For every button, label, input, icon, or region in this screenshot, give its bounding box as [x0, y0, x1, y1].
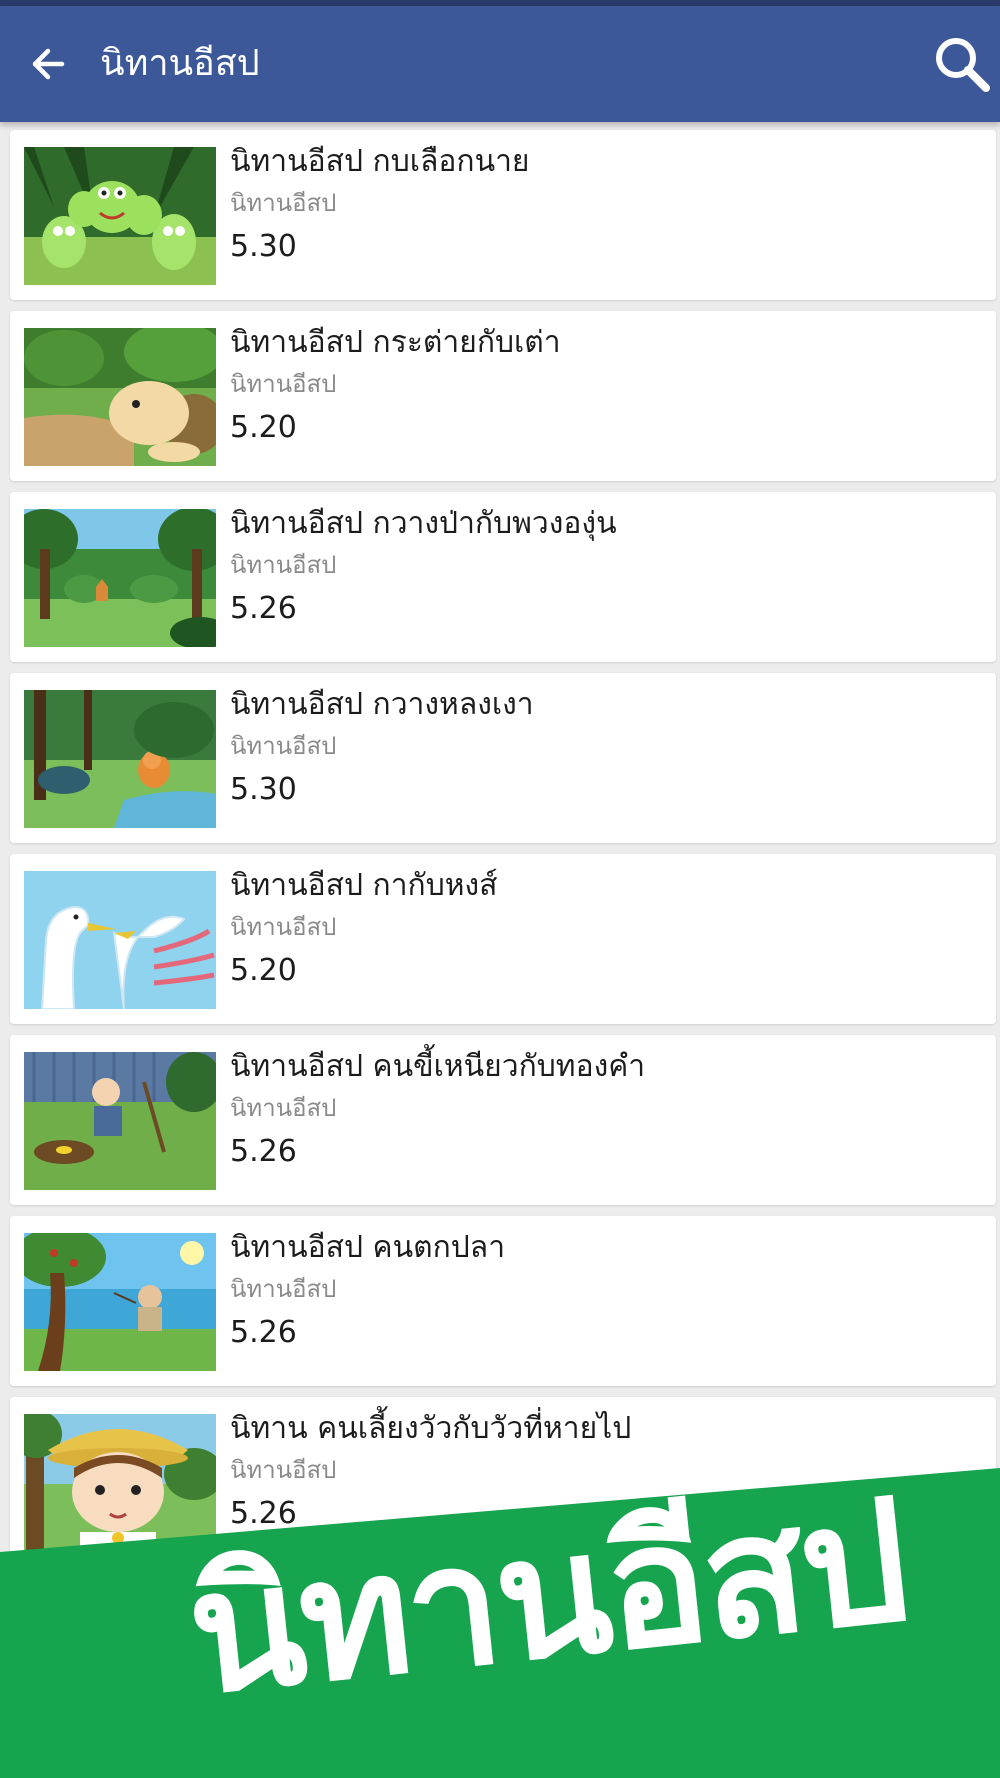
- video-duration: 5.26: [230, 1315, 297, 1350]
- search-button[interactable]: [930, 32, 994, 96]
- video-thumbnail: [24, 690, 216, 828]
- video-thumbnail: [24, 147, 216, 285]
- video-title: นิทานอีสป กวางป่ากับพวงองุ่น: [230, 506, 617, 541]
- search-icon: [936, 38, 990, 92]
- list-item[interactable]: นิทานอีสป กบเลือกนาย นิทานอีสป 5.30: [10, 130, 996, 300]
- list-item[interactable]: นิทานอีสป กวางป่ากับพวงองุ่น นิทานอีสป 5…: [10, 492, 996, 662]
- app-bar: นิทานอีสป: [0, 6, 1000, 122]
- video-title: นิทานอีสป คนตกปลา: [230, 1230, 506, 1265]
- video-channel: นิทานอีสป: [230, 732, 337, 760]
- list-item[interactable]: นิทานอีสป กากับหงส์ นิทานอีสป 5.20: [10, 854, 996, 1024]
- video-channel: นิทานอีสป: [230, 1456, 337, 1484]
- video-title: นิทานอีสป กระต่ายกับเต่า: [230, 325, 561, 360]
- video-title: นิทานอีสป กากับหงส์: [230, 868, 498, 903]
- video-channel: นิทานอีสป: [230, 189, 337, 217]
- video-channel: นิทานอีสป: [230, 913, 337, 941]
- video-title: นิทานอีสป กบเลือกนาย: [230, 144, 530, 179]
- arrow-left-icon: [32, 48, 65, 80]
- video-thumbnail: [24, 1414, 216, 1552]
- video-thumbnail: [24, 509, 216, 647]
- list-item[interactable]: นิทานอีสป กวางหลงเงา นิทานอีสป 5.30: [10, 673, 996, 843]
- video-duration: 5.26: [230, 591, 297, 626]
- video-duration: 5.20: [230, 953, 297, 988]
- list-item[interactable]: นิทานอีสป กระต่ายกับเต่า นิทานอีสป 5.20: [10, 311, 996, 481]
- video-channel: นิทานอีสป: [230, 1094, 337, 1122]
- video-thumbnail: [24, 871, 216, 1009]
- video-duration: 5.20: [230, 410, 297, 445]
- video-thumbnail: [24, 1052, 216, 1190]
- video-channel: นิทานอีสป: [230, 551, 337, 579]
- video-duration: 5.30: [230, 772, 297, 807]
- video-thumbnail: [24, 1233, 216, 1371]
- video-duration: 5.26: [230, 1134, 297, 1169]
- back-button[interactable]: [22, 38, 74, 90]
- video-title: นิทาน คนเลี้ยงวัวกับวัวที่หายไป: [230, 1411, 632, 1446]
- list-item[interactable]: นิทานอีสป คนขี้เหนียวกับทองคำ นิทานอีสป …: [10, 1035, 996, 1205]
- video-thumbnail: [24, 328, 216, 466]
- video-title: นิทานอีสป คนขี้เหนียวกับทองคำ: [230, 1049, 646, 1084]
- video-title: นิทานอีสป กวางหลงเงา: [230, 687, 534, 722]
- video-duration: 5.30: [230, 229, 297, 264]
- list-item[interactable]: นิทานอีสป คนตกปลา นิทานอีสป 5.26: [10, 1216, 996, 1386]
- video-channel: นิทานอีสป: [230, 1275, 337, 1303]
- video-channel: นิทานอีสป: [230, 370, 337, 398]
- page-title: นิทานอีสป: [100, 43, 260, 84]
